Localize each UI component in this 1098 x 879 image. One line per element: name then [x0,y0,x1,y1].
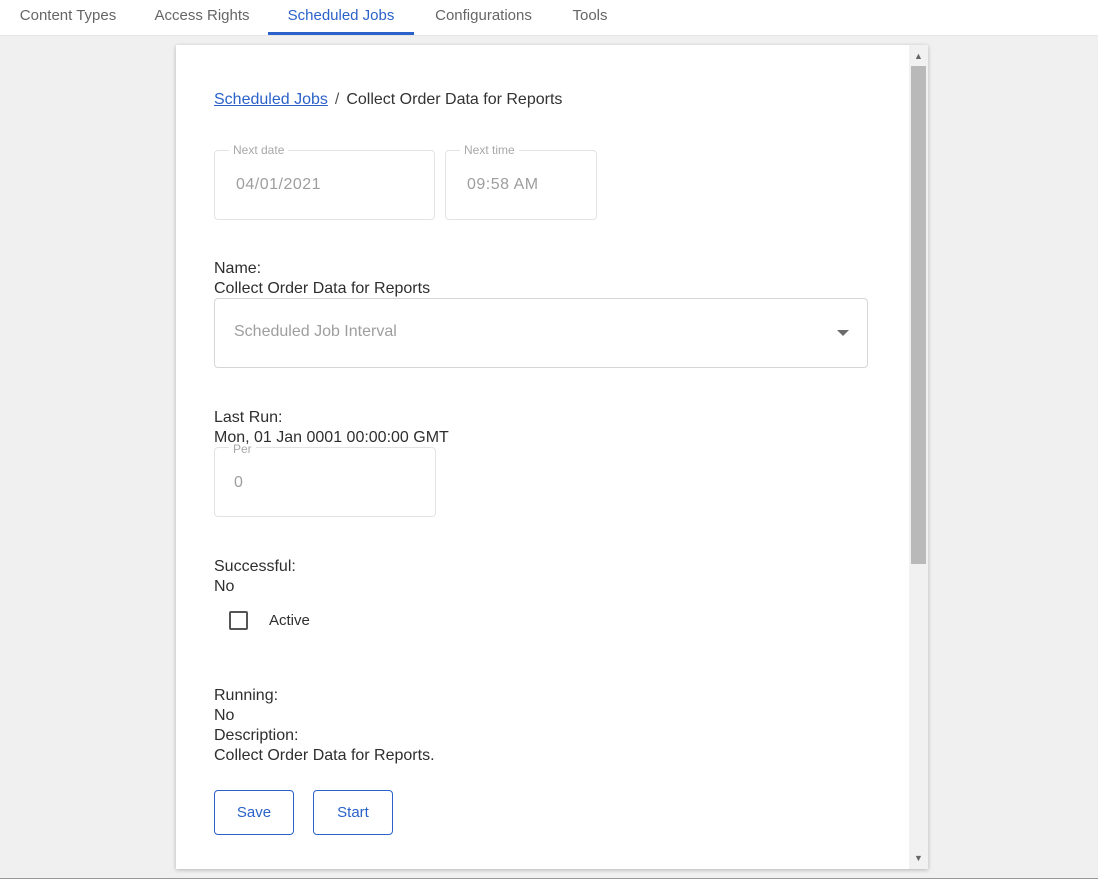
tab-access-rights[interactable]: Access Rights [140,0,264,35]
running-value: No [214,707,235,724]
last-run-value: Mon, 01 Jan 0001 00:00:00 GMT [214,429,449,446]
next-time-field[interactable]: Next time 09:58 AM [445,143,597,220]
running-label: Running: [214,687,279,704]
description-value: Collect Order Data for Reports. [214,747,435,764]
interval-select-placeholder: Scheduled Job Interval [234,323,397,340]
tab-configurations[interactable]: Configurations [420,0,547,35]
successful-label: Successful: [214,558,296,575]
next-date-legend: Next date [229,143,289,157]
scrollbar-thumb[interactable] [911,66,926,564]
scheduled-job-interval-select[interactable]: Scheduled Job Interval [214,298,868,368]
breadcrumb-current: Collect Order Data for Reports [346,91,563,108]
per-value: 0 [234,474,244,491]
top-navigation: Content Types Access Rights Scheduled Jo… [0,0,1098,36]
breadcrumb-link-scheduled-jobs[interactable]: Scheduled Jobs [214,91,328,108]
save-button[interactable]: Save [214,790,294,835]
chevron-down-icon[interactable] [837,330,849,336]
name-label: Name: [214,260,262,277]
per-field[interactable]: Per 0 [214,442,436,517]
active-checkbox[interactable] [229,611,248,630]
scroll-down-arrow-icon[interactable]: ▼ [909,849,928,867]
scroll-up-arrow-icon[interactable]: ▲ [909,47,928,65]
name-value: Collect Order Data for Reports [214,280,431,297]
next-time-legend: Next time [460,143,519,157]
successful-value: No [214,578,235,595]
tab-content-types[interactable]: Content Types [6,0,130,35]
next-date-field[interactable]: Next date 04/01/2021 [214,143,435,220]
tab-tools[interactable]: Tools [558,0,622,35]
start-button[interactable]: Start [313,790,393,835]
breadcrumb: Scheduled Jobs / Collect Order Data for Re… [214,91,562,109]
next-time-value: 09:58 AM [467,176,539,193]
scheduled-job-panel: Scheduled Jobs / Collect Order Data for Re… [176,45,928,869]
tab-scheduled-jobs[interactable]: Scheduled Jobs [268,0,414,35]
vertical-scrollbar[interactable]: ▲ ▼ [909,45,928,869]
last-run-label: Last Run: [214,409,283,426]
active-checkbox-label[interactable]: Active [269,612,310,629]
description-label: Description: [214,727,299,744]
next-date-value: 04/01/2021 [236,176,322,193]
breadcrumb-separator: / [334,91,340,108]
